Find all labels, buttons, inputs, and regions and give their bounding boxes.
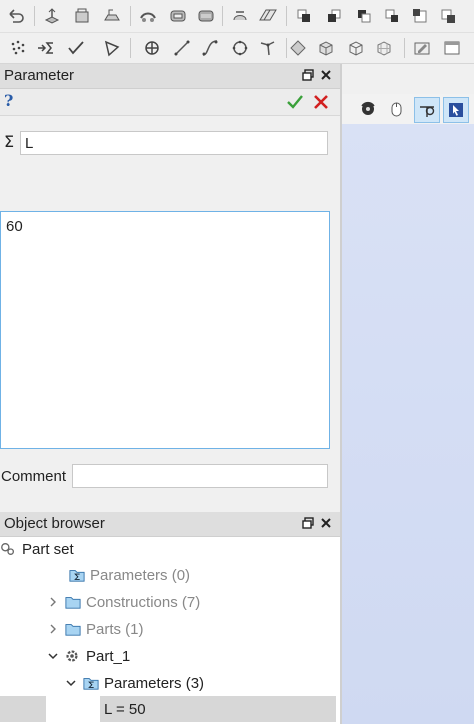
accept-icon[interactable] — [286, 93, 304, 111]
reject-icon[interactable] — [312, 93, 330, 111]
plane-icon[interactable] — [286, 36, 310, 60]
expression-input[interactable]: 60 — [0, 211, 330, 449]
comment-label: Comment — [1, 468, 67, 485]
tree-node-l-parameter[interactable]: L = 50 — [100, 696, 336, 722]
point-icon[interactable] — [140, 36, 164, 60]
polyline-icon[interactable] — [100, 36, 124, 60]
tree-node-label: Part set — [22, 540, 74, 558]
tree-node-constructions[interactable]: Constructions (7) — [46, 589, 200, 615]
help-icon[interactable]: ? — [4, 91, 13, 110]
folder-icon — [64, 593, 82, 611]
viewport-tab-strip — [342, 64, 474, 95]
main-toolbar — [0, 0, 474, 33]
tree-node-label: Parts (1) — [86, 620, 144, 638]
point-cloud-icon[interactable] — [6, 36, 30, 60]
pointer-icon[interactable] — [443, 97, 469, 123]
selection-gutter — [0, 696, 46, 722]
tree-node-label: L = 50 — [104, 700, 146, 718]
line-icon[interactable] — [170, 36, 194, 60]
object-tree: Part set Parameters (0) Constructions (7… — [0, 537, 340, 724]
fillet-icon[interactable] — [136, 4, 160, 28]
tree-node-parameters[interactable]: Parameters (0) — [64, 562, 190, 588]
viewport — [342, 64, 474, 724]
gear-icon — [64, 647, 82, 665]
parameters-folder-icon — [68, 566, 86, 584]
3d-canvas[interactable] — [342, 124, 474, 724]
restore-icon[interactable] — [300, 67, 316, 83]
spline-icon[interactable] — [198, 36, 222, 60]
tree-node-part-parameters[interactable]: Parameters (3) — [64, 670, 204, 696]
parameter-dock-title: Parameter — [0, 64, 340, 89]
chevron-right-icon[interactable] — [46, 595, 60, 609]
grid-box-icon[interactable] — [372, 36, 396, 60]
parameter-title: Parameter — [4, 67, 75, 84]
view-iso-icon[interactable] — [436, 4, 460, 28]
chevron-down-icon[interactable] — [46, 649, 60, 663]
undo-icon[interactable] — [4, 4, 28, 28]
object-browser-title: Object browser — [4, 515, 105, 532]
circle-icon[interactable] — [228, 36, 252, 60]
chevron-down-icon[interactable] — [64, 676, 78, 690]
sketch-toolbar — [0, 33, 474, 64]
view-left-icon[interactable] — [352, 4, 376, 28]
mouse-icon[interactable] — [384, 97, 408, 121]
loft-icon[interactable] — [228, 4, 252, 28]
revolve-icon[interactable] — [70, 4, 94, 28]
part-set-icon — [0, 540, 18, 558]
view-right-icon[interactable] — [380, 4, 404, 28]
sum-arrow-icon[interactable] — [34, 36, 58, 60]
tree-node-part-1[interactable]: Part_1 — [46, 643, 130, 669]
chevron-right-icon[interactable] — [46, 622, 60, 636]
tree-node-label: Part_1 — [86, 647, 131, 665]
view-front-icon[interactable] — [292, 4, 316, 28]
comment-input[interactable] — [72, 464, 328, 488]
sweep-icon[interactable] — [100, 4, 124, 28]
object-browser-dock-title: Object browser — [0, 512, 340, 537]
select-filter-icon[interactable] — [414, 97, 440, 123]
check-line-icon[interactable] — [64, 36, 88, 60]
tree-node-label: Parameters (0) — [90, 566, 191, 584]
parameter-actions: ? — [0, 89, 340, 116]
rotate-view-icon[interactable] — [356, 97, 380, 121]
tree-node-label: Constructions (7) — [86, 593, 201, 611]
view-back-icon[interactable] — [322, 4, 346, 28]
extrude-icon[interactable] — [40, 4, 64, 28]
tree-node-parts[interactable]: Parts (1) — [46, 616, 144, 642]
sketch-icon[interactable] — [410, 36, 434, 60]
tree-node-label: Parameters (3) — [104, 674, 205, 692]
shell-icon[interactable] — [194, 4, 218, 28]
folder-icon — [64, 620, 82, 638]
close-icon[interactable] — [318, 67, 334, 83]
boolean-icon[interactable] — [166, 4, 190, 28]
box-icon[interactable] — [314, 36, 338, 60]
restore-icon[interactable] — [300, 515, 316, 531]
viewport-toolbar — [342, 94, 474, 125]
left-dock: Parameter ? Σ L 60 Comment Object browse… — [0, 64, 340, 724]
sigma-label: Σ — [4, 132, 15, 151]
view-top-icon[interactable] — [408, 4, 432, 28]
panel-icon[interactable] — [440, 36, 464, 60]
angle-icon[interactable] — [256, 36, 280, 60]
surface-icon[interactable] — [256, 4, 280, 28]
parameters-folder-icon — [82, 674, 100, 692]
name-input[interactable]: L — [20, 131, 328, 155]
wire-box-icon[interactable] — [344, 36, 368, 60]
tree-node-part-set[interactable]: Part set — [0, 536, 74, 562]
close-icon[interactable] — [318, 515, 334, 531]
